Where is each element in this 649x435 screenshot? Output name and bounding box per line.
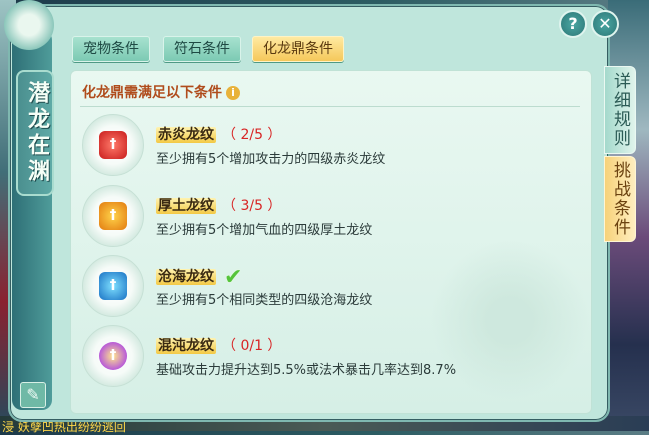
close-button[interactable]: ✕ [591, 10, 619, 38]
condition-progress: （ 2/5 ） [222, 127, 282, 143]
conditions-header-text: 化龙鼎需满足以下条件 [82, 85, 222, 101]
gem-slot: ꝉ [82, 325, 144, 387]
condition-description: 至少拥有5个相同类型的四级沧海龙纹 [156, 293, 373, 308]
check-icon: ✔ [224, 265, 243, 290]
tab-pet-conditions[interactable]: 宠物条件 [72, 36, 150, 62]
condition-description: 基础攻击力提升达到5.5%或法术暴击几率达到8.7% [156, 363, 457, 378]
condition-item-houtu: ꝉ 厚土龙纹 （ 3/5 ） 至少拥有5个增加气血的四级厚土龙纹 [82, 185, 582, 249]
help-button[interactable]: ? [559, 10, 587, 38]
blue-gem-icon: ꝉ [99, 272, 127, 300]
condition-item-canghai: ꝉ 沧海龙纹 ✔ 至少拥有5个相同类型的四级沧海龙纹 [82, 255, 582, 319]
condition-name: 赤炎龙纹 [156, 127, 216, 143]
edit-button[interactable]: ✎ [20, 382, 46, 408]
condition-title: 混沌龙纹 （ 0/1 ） [156, 335, 281, 355]
chaos-gem-icon: ꝉ [99, 342, 127, 370]
condition-item-chiyan: ꝉ 赤炎龙纹 （ 2/5 ） 至少拥有5个增加攻击力的四级赤炎龙纹 [82, 114, 582, 178]
condition-description: 至少拥有5个增加气血的四级厚土龙纹 [156, 223, 373, 238]
divider [80, 106, 580, 107]
side-tab-challenge-conditions[interactable]: 挑战条件 [604, 156, 636, 242]
condition-title: 厚土龙纹 （ 3/5 ） [156, 195, 281, 215]
info-icon[interactable]: i [226, 86, 240, 100]
condition-description: 至少拥有5个增加攻击力的四级赤炎龙纹 [156, 152, 386, 167]
window-title: 潜龙在渊 [16, 70, 54, 196]
tab-cauldron-conditions[interactable]: 化龙鼎条件 [252, 36, 344, 62]
condition-item-hundun: ꝉ 混沌龙纹 （ 0/1 ） 基础攻击力提升达到5.5%或法术暴击几率达到8.7% [82, 325, 582, 389]
conditions-header: 化龙鼎需满足以下条件 i [82, 82, 240, 102]
condition-progress: （ 0/1 ） [222, 338, 282, 354]
gem-slot: ꝉ [82, 255, 144, 317]
condition-title: 赤炎龙纹 （ 2/5 ） [156, 124, 281, 144]
rail-emblem-icon [4, 0, 54, 50]
gem-slot: ꝉ [82, 114, 144, 176]
tab-runestone-conditions[interactable]: 符石条件 [163, 36, 241, 62]
gem-slot: ꝉ [82, 185, 144, 247]
condition-name: 混沌龙纹 [156, 338, 216, 354]
side-tab-detailed-rules[interactable]: 详细规则 [604, 66, 636, 154]
condition-progress: （ 3/5 ） [222, 198, 282, 214]
condition-name: 厚土龙纹 [156, 198, 216, 214]
orange-gem-icon: ꝉ [99, 202, 127, 230]
red-gem-icon: ꝉ [99, 131, 127, 159]
condition-name: 沧海龙纹 [156, 269, 216, 285]
condition-title: 沧海龙纹 ✔ [156, 265, 242, 290]
